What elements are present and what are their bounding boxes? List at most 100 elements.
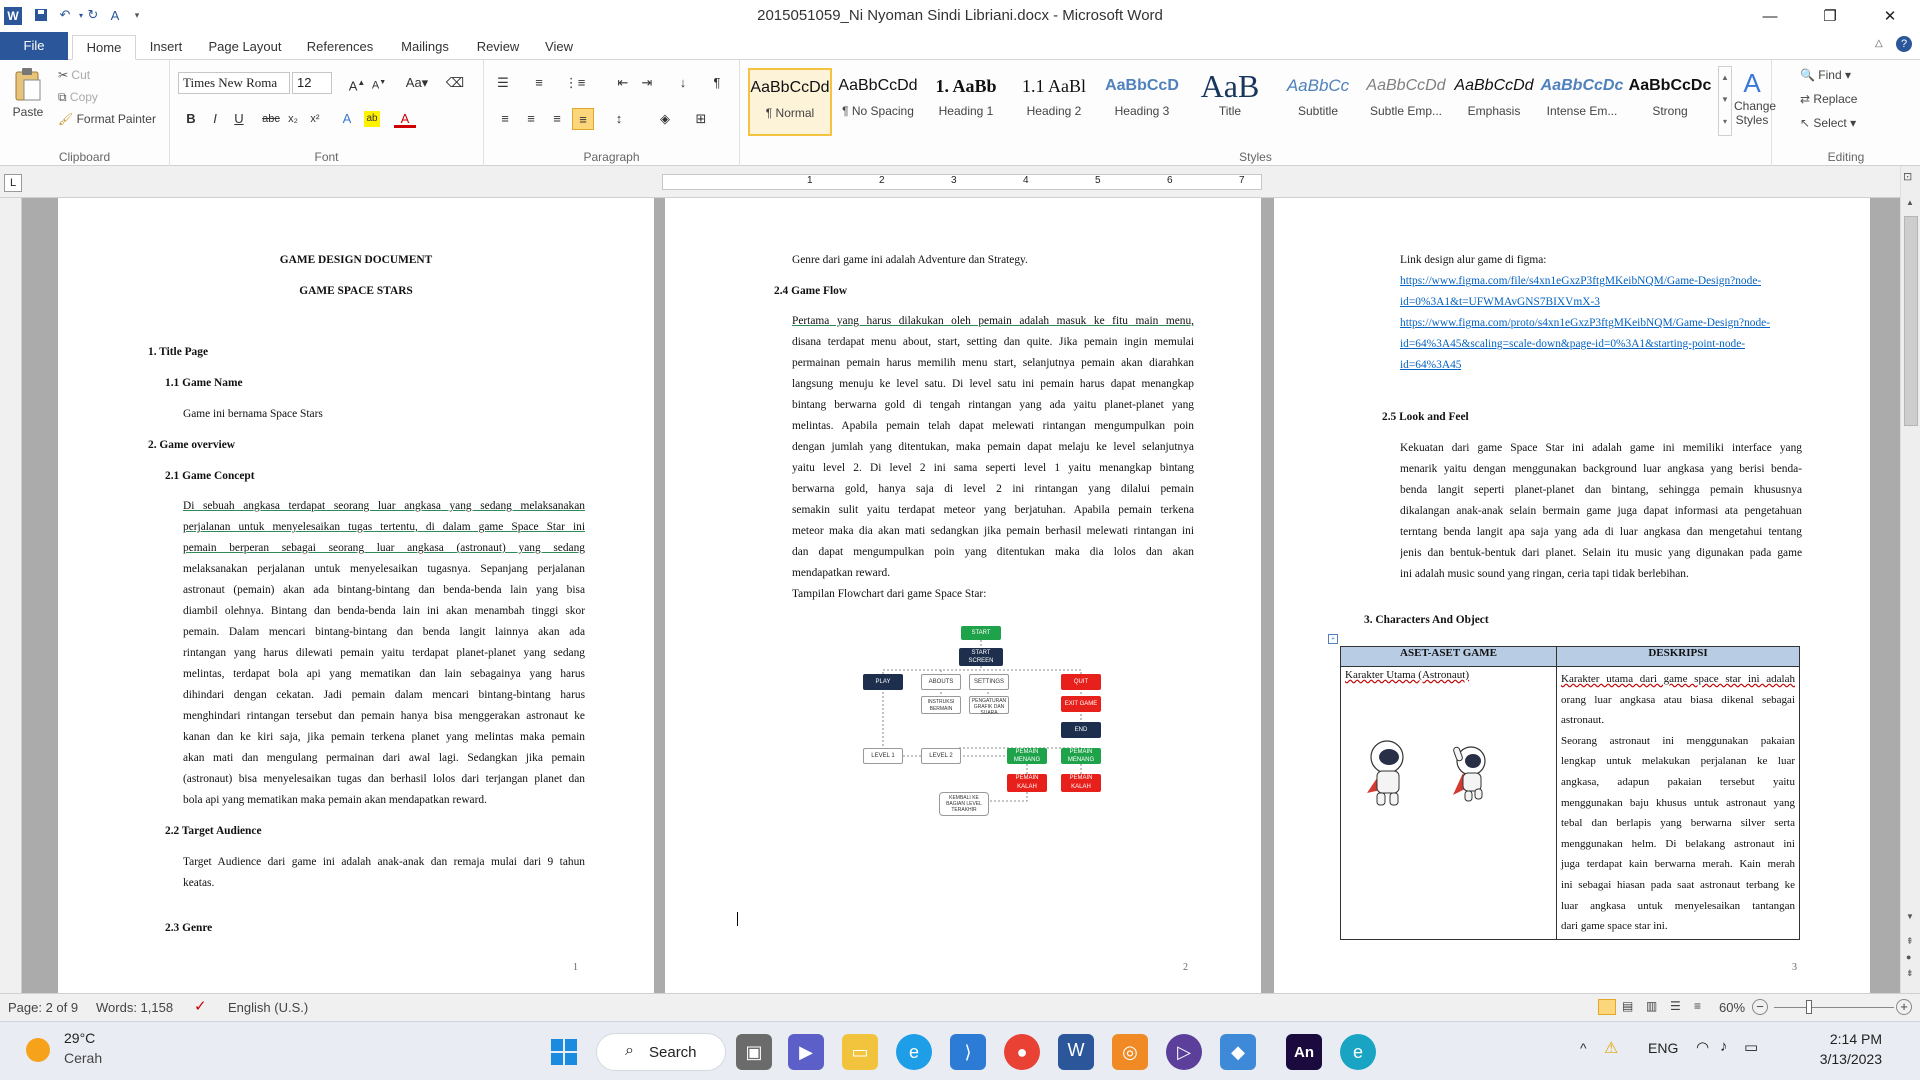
sort-icon[interactable]: ↓ xyxy=(672,72,694,94)
borders-icon[interactable]: ⊞ xyxy=(690,108,712,130)
zoom-slider[interactable] xyxy=(1774,1007,1894,1008)
change-styles-button[interactable]: A Change Styles xyxy=(1734,68,1776,127)
table-move-handle-icon[interactable]: + xyxy=(1328,634,1338,644)
format-painter-button[interactable]: 🖌 Format Painter xyxy=(58,112,156,126)
edge-icon[interactable]: e xyxy=(896,1034,932,1070)
horizontal-ruler[interactable]: L 1 2 3 4 5 6 7 xyxy=(0,166,1920,198)
scroll-thumb[interactable] xyxy=(1904,216,1918,426)
sun-icon[interactable] xyxy=(26,1038,50,1062)
figma-link[interactable]: https://www.figma.com/proto/s4xn1eGxzP3f… xyxy=(1400,313,1770,334)
font-size-box[interactable]: 12 xyxy=(292,72,332,94)
blender-icon[interactable]: ◎ xyxy=(1112,1034,1148,1070)
highlight-icon[interactable]: ab xyxy=(364,111,380,127)
media-player-icon[interactable]: ▷ xyxy=(1166,1034,1202,1070)
teams-icon[interactable]: ▶ xyxy=(788,1034,824,1070)
shrink-font-icon[interactable]: A▼ xyxy=(368,72,390,94)
select-browse-object-icon[interactable]: ● xyxy=(1906,952,1911,962)
minimize-button[interactable]: — xyxy=(1740,0,1800,32)
align-right-icon[interactable]: ≡ xyxy=(546,108,568,130)
help-icon[interactable]: ? xyxy=(1896,36,1912,52)
next-page-icon[interactable]: ⇟ xyxy=(1906,968,1914,979)
tab-selector-icon[interactable]: L xyxy=(4,174,22,192)
vscode-icon[interactable]: ⟩ xyxy=(950,1034,986,1070)
scroll-down-icon[interactable]: ▼ xyxy=(1906,912,1914,921)
word-taskbar-icon[interactable]: W xyxy=(1058,1034,1094,1070)
style-no-spacing[interactable]: AaBbCcDd ¶ No Spacing xyxy=(836,68,920,136)
strikethrough-icon[interactable]: abc xyxy=(260,108,282,130)
superscript-icon[interactable]: x² xyxy=(304,108,326,130)
style-subtle-emphasis[interactable]: AaBbCcDd Subtle Emp... xyxy=(1364,68,1448,136)
multilevel-list-icon[interactable]: ⋮≡ xyxy=(564,72,586,94)
wifi-icon[interactable]: ◠ xyxy=(1696,1038,1709,1056)
underline-icon[interactable]: U xyxy=(228,108,250,130)
web-layout-icon[interactable]: ▥ xyxy=(1646,999,1657,1013)
start-icon[interactable] xyxy=(546,1034,582,1070)
draft-icon[interactable]: ≡ xyxy=(1694,999,1701,1013)
vertical-scrollbar[interactable]: ⊡ ▲ ▼ ⇞ ● ⇟ xyxy=(1900,166,1920,993)
clear-formatting-icon[interactable]: ⌫ xyxy=(444,72,466,94)
zoom-out-icon[interactable]: − xyxy=(1752,999,1768,1015)
style-intense-emphasis[interactable]: AaBbCcDc Intense Em... xyxy=(1540,68,1624,136)
battery-icon[interactable]: ▭ xyxy=(1744,1038,1758,1056)
style-strong[interactable]: AaBbCcDc Strong xyxy=(1628,68,1712,136)
change-case-icon[interactable]: Aa▾ xyxy=(402,72,432,94)
text-effects-icon[interactable]: A xyxy=(336,108,358,130)
task-view-icon[interactable]: ▣ xyxy=(736,1034,772,1070)
minimize-ribbon-icon[interactable]: △ xyxy=(1875,38,1883,49)
tab-references[interactable]: References xyxy=(296,35,384,60)
style-heading-2[interactable]: 1.1 AaBl Heading 2 xyxy=(1012,68,1096,136)
clock-time[interactable]: 2:14 PM xyxy=(1812,1031,1882,1047)
show-formatting-icon[interactable]: ¶ xyxy=(706,72,728,94)
scroll-up-icon[interactable]: ▲ xyxy=(1906,198,1914,207)
bullets-icon[interactable]: ☰ xyxy=(492,72,514,94)
copy-button[interactable]: ⧉ Copy xyxy=(58,90,98,105)
increase-indent-icon[interactable]: ⇥ xyxy=(636,72,658,94)
page-2[interactable]: Genre dari game ini adalah Adventure dan… xyxy=(665,198,1261,993)
tab-mailings[interactable]: Mailings xyxy=(390,35,460,60)
outline-icon[interactable]: ☰ xyxy=(1670,999,1681,1013)
language-indicator[interactable]: English (U.S.) xyxy=(228,1000,308,1015)
font-name-box[interactable]: Times New Roma xyxy=(178,72,290,94)
subscript-icon[interactable]: x₂ xyxy=(282,108,304,130)
style-heading-3[interactable]: AaBbCcD Heading 3 xyxy=(1100,68,1184,136)
figma-link[interactable]: https://www.figma.com/file/s4xn1eGxzP3ft… xyxy=(1400,271,1761,292)
input-language[interactable]: ENG xyxy=(1648,1040,1678,1056)
style-emphasis[interactable]: AaBbCcDd Emphasis xyxy=(1452,68,1536,136)
zoom-level[interactable]: 60% xyxy=(1719,1000,1745,1015)
align-left-icon[interactable]: ≡ xyxy=(494,108,516,130)
figma-link[interactable]: id=0%3A1&t=UFWMAvGNS7BIXVmX-3 xyxy=(1400,292,1600,313)
style-normal[interactable]: AaBbCcDd ¶ Normal xyxy=(748,68,832,136)
cut-button[interactable]: ✂ Cut xyxy=(58,68,90,82)
figma-link[interactable]: id=64%3A45&scaling=scale-down&page-id=0%… xyxy=(1400,334,1745,355)
tab-file[interactable]: File xyxy=(0,32,68,60)
file-explorer-icon[interactable]: ▭ xyxy=(842,1034,878,1070)
align-center-icon[interactable]: ≡ xyxy=(520,108,542,130)
vertical-ruler[interactable] xyxy=(0,198,22,993)
tab-review[interactable]: Review xyxy=(468,35,528,60)
paste-button[interactable]: Paste xyxy=(8,66,48,119)
ruler-toggle-icon[interactable]: ⊡ xyxy=(1903,170,1912,183)
grow-font-icon[interactable]: A▲ xyxy=(346,72,368,94)
taskbar-search[interactable]: ⌕ Search xyxy=(596,1033,726,1071)
decrease-indent-icon[interactable]: ⇤ xyxy=(612,72,634,94)
previous-page-icon[interactable]: ⇞ xyxy=(1906,936,1914,947)
zoom-slider-thumb[interactable] xyxy=(1806,1000,1812,1014)
close-button[interactable]: ✕ xyxy=(1860,0,1920,32)
tab-view[interactable]: View xyxy=(534,35,584,60)
weather-desc[interactable]: Cerah xyxy=(64,1050,102,1066)
justify-icon[interactable]: ≡ xyxy=(572,108,594,130)
style-subtitle[interactable]: AaBbCc Subtitle xyxy=(1276,68,1360,136)
font-color-icon[interactable]: A xyxy=(394,108,416,128)
styles-scroll[interactable]: ▲ ▼ ▾ xyxy=(1718,66,1732,136)
chrome-icon[interactable]: ● xyxy=(1004,1034,1040,1070)
proofing-icon[interactable]: ✓ xyxy=(194,997,207,1015)
tab-insert[interactable]: Insert xyxy=(140,35,192,60)
page-3[interactable]: Link design alur game di figma: https://… xyxy=(1274,198,1870,993)
show-hidden-icons[interactable]: ^ xyxy=(1580,1040,1587,1056)
zoom-in-icon[interactable]: + xyxy=(1896,999,1912,1015)
animate-icon[interactable]: An xyxy=(1286,1034,1322,1070)
alert-icon[interactable]: ⚠ xyxy=(1604,1038,1618,1058)
page-indicator[interactable]: Page: 2 of 9 xyxy=(8,1000,78,1015)
find-button[interactable]: 🔍 Find ▾ xyxy=(1800,68,1851,82)
figma-link[interactable]: id=64%3A45 xyxy=(1400,355,1461,376)
